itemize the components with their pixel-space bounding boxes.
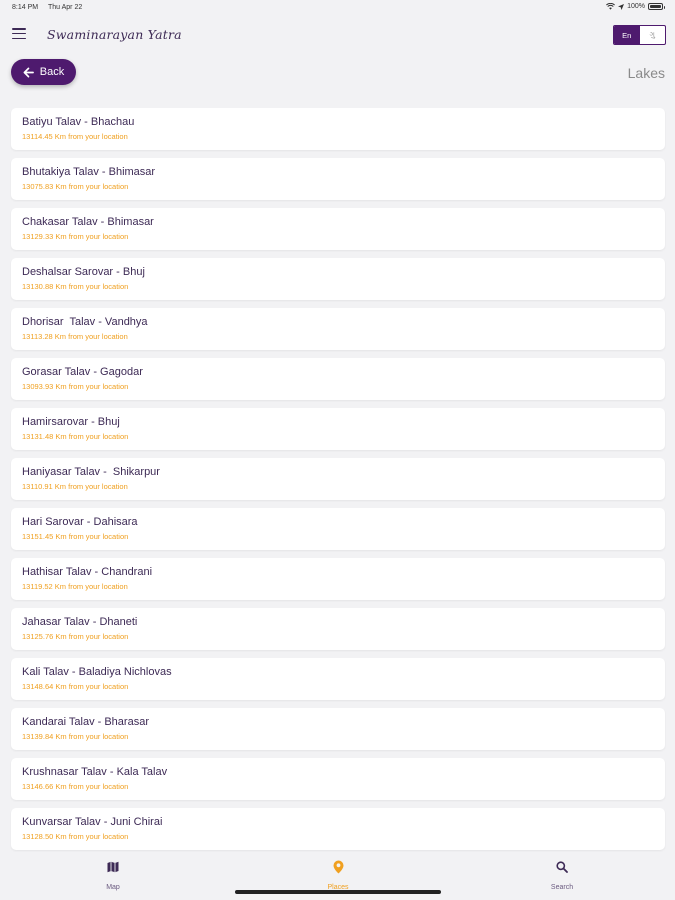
place-name: Hamirsarovar - Bhuj xyxy=(22,416,120,428)
list-item[interactable]: Batiyu Talav - Bhachau 13114.45 Km from y… xyxy=(11,108,665,150)
place-distance: 13125.76 Km from your location xyxy=(22,632,129,641)
list-item[interactable]: Krushnasar Talav - Kala Talav 13146.66 Km… xyxy=(11,758,665,800)
place-distance: 13130.88 Km from your location xyxy=(22,282,129,291)
place-distance: 13093.93 Km from your location xyxy=(22,382,129,391)
list-item[interactable]: Chakasar Talav - Bhimasar 13129.33 Km fro… xyxy=(11,208,665,250)
status-time: 8:14 PM xyxy=(12,4,39,11)
tab-places[interactable]: Places xyxy=(298,858,378,891)
battery-icon xyxy=(648,3,665,10)
tab-map-label: Map xyxy=(106,884,120,891)
place-name: Bhutakiya Talav - Bhimasar xyxy=(22,166,156,178)
home-indicator xyxy=(235,890,441,894)
language-toggle[interactable]: En ગુ xyxy=(613,25,666,45)
place-distance: 13139.84 Km from your location xyxy=(22,732,129,741)
map-icon xyxy=(107,861,119,873)
place-name: Dhorisar Talav - Vandhya xyxy=(22,316,148,328)
status-date: Thu Apr 22 xyxy=(48,4,83,11)
list-item[interactable]: Deshalsar Sarovar - Bhuj 13130.88 Km from… xyxy=(11,258,665,300)
place-distance: 13151.45 Km from your location xyxy=(22,532,129,541)
place-name: Kandarai Talav - Bharasar xyxy=(22,716,149,728)
location-arrow-icon xyxy=(618,3,625,10)
back-button-label: Back xyxy=(39,66,65,78)
search-icon xyxy=(556,861,568,873)
list-item[interactable]: Kunvarsar Talav - Juni Chirai 13128.50 Km… xyxy=(11,808,665,850)
place-name: Kali Talav - Baladiya Nichlovas xyxy=(22,666,172,678)
places-list: Batiyu Talav - Bhachau 13114.45 Km from y… xyxy=(11,108,665,858)
list-item[interactable]: Hamirsarovar - Bhuj 13131.48 Km from your… xyxy=(11,408,665,450)
back-button[interactable]: Back xyxy=(11,59,76,85)
app-title: Swaminarayan Yatra xyxy=(47,27,182,42)
place-name: Kunvarsar Talav - Juni Chirai xyxy=(22,816,163,828)
place-name: Jahasar Talav - Dhaneti xyxy=(22,616,138,628)
list-item[interactable]: Bhutakiya Talav - Bhimasar 13075.83 Km fr… xyxy=(11,158,665,200)
place-distance: 13129.33 Km from your location xyxy=(22,232,129,241)
language-option-english[interactable]: En xyxy=(614,26,640,44)
place-distance: 13114.45 Km from your location xyxy=(22,132,128,141)
place-name: Gorasar Talav - Gagodar xyxy=(22,366,143,378)
hamburger-menu-icon[interactable] xyxy=(12,28,26,40)
place-name: Batiyu Talav - Bhachau xyxy=(22,116,135,128)
list-item[interactable]: Gorasar Talav - Gagodar 13093.93 Km from … xyxy=(11,358,665,400)
place-distance: 13131.48 Km from your location xyxy=(22,432,129,441)
place-name: Chakasar Talav - Bhimasar xyxy=(22,216,154,228)
language-option-gujarati[interactable]: ગુ xyxy=(640,26,666,44)
place-distance: 13119.52 Km from your location xyxy=(22,582,128,591)
place-distance: 13075.83 Km from your location xyxy=(22,182,129,191)
place-name: Haniyasar Talav - Shikarpur xyxy=(22,466,160,478)
tab-map[interactable]: Map xyxy=(73,858,153,891)
place-distance: 13110.91 Km from your location xyxy=(22,482,128,491)
place-distance: 13146.66 Km from your location xyxy=(22,782,129,791)
status-bar: 8:14 PM Thu Apr 22 100% xyxy=(0,0,675,16)
place-distance: 13128.50 Km from your location xyxy=(22,832,129,841)
page-title: Lakes xyxy=(627,65,665,81)
place-name: Hari Sarovar - Dahisara xyxy=(22,516,138,528)
list-item[interactable]: Haniyasar Talav - Shikarpur 13110.91 Km f… xyxy=(11,458,665,500)
list-item[interactable]: Hathisar Talav - Chandrani 13119.52 Km fr… xyxy=(11,558,665,600)
battery-percent: 100% xyxy=(627,3,645,10)
place-name: Deshalsar Sarovar - Bhuj xyxy=(22,266,145,278)
place-name: Krushnasar Talav - Kala Talav xyxy=(22,766,168,778)
list-item[interactable]: Jahasar Talav - Dhaneti 13125.76 Km from … xyxy=(11,608,665,650)
place-name: Hathisar Talav - Chandrani xyxy=(22,566,153,578)
tab-search-label: Search xyxy=(550,884,574,891)
place-distance: 13148.64 Km from your location xyxy=(22,682,129,691)
wifi-icon xyxy=(606,3,616,10)
app-header: Swaminarayan Yatra En ગુ xyxy=(0,16,675,54)
list-item[interactable]: Kali Talav - Baladiya Nichlovas 13148.64 … xyxy=(11,658,665,700)
arrow-left-icon xyxy=(23,67,34,77)
tab-search[interactable]: Search xyxy=(522,858,602,891)
status-right: 100% xyxy=(606,3,665,10)
list-item[interactable]: Dhorisar Talav - Vandhya 13113.28 Km from… xyxy=(11,308,665,350)
list-item[interactable]: Kandarai Talav - Bharasar 13139.84 Km fro… xyxy=(11,708,665,750)
list-item[interactable]: Hari Sarovar - Dahisara 13151.45 Km from … xyxy=(11,508,665,550)
location-pin-icon xyxy=(333,860,343,874)
place-distance: 13113.28 Km from your location xyxy=(22,332,128,341)
